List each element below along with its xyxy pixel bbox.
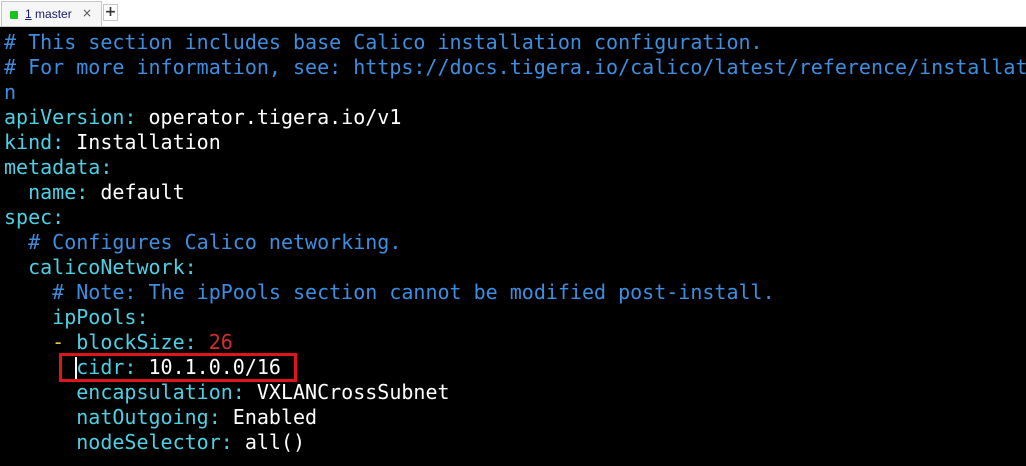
yaml-colon: :	[136, 305, 149, 329]
new-tab-button[interactable]: +	[103, 4, 118, 21]
text-cursor	[75, 357, 77, 379]
yaml-comment: # For more information, see: https://doc…	[4, 55, 1026, 79]
terminal-line: metadata:	[4, 155, 1026, 180]
yaml-colon: :	[100, 155, 113, 179]
yaml-key: ipPools	[52, 305, 137, 329]
terminal-output[interactable]: # This section includes base Calico inst…	[4, 30, 1026, 466]
yaml-value: all()	[244, 430, 306, 454]
tab-title: master	[35, 7, 72, 21]
yaml-colon: :	[220, 430, 233, 454]
yaml-key: blockSize	[76, 330, 185, 354]
terminal-line: # Note: The ipPools section cannot be mo…	[4, 280, 1026, 305]
yaml-comment: # Note: The ipPools section cannot be mo…	[52, 280, 775, 304]
yaml-key: spec	[4, 205, 53, 229]
tab-label: 1 master	[25, 7, 72, 21]
terminal-line: kind: Installation	[4, 130, 1026, 155]
terminal-line: calicoNetwork:	[4, 255, 1026, 280]
yaml-colon: :	[124, 105, 137, 129]
yaml-key: calicoNetwork	[28, 255, 185, 279]
terminal-line: # Configures Calico networking.	[4, 230, 1026, 255]
terminal-line: - blockSize: 26	[4, 330, 1026, 355]
terminal-line: # This section includes base Calico inst…	[4, 30, 1026, 55]
yaml-colon: :	[184, 255, 197, 279]
yaml-comment: # This section includes base Calico inst…	[4, 30, 763, 54]
yaml-colon: :	[52, 130, 65, 154]
yaml-key: metadata	[4, 155, 101, 179]
yaml-key: natOutgoing	[76, 405, 209, 429]
yaml-colon: :	[232, 380, 245, 404]
terminal-line: natOutgoing: Enabled	[4, 405, 1026, 430]
list-dash: -	[52, 330, 77, 354]
yaml-value: Installation	[76, 130, 221, 154]
tab-master[interactable]: 1 master ×	[1, 1, 102, 26]
yaml-value: Enabled	[232, 405, 318, 429]
yaml-key: name	[28, 180, 77, 204]
yaml-value: operator.tigera.io/v1	[148, 105, 402, 129]
terminal-line: n	[4, 80, 1026, 105]
terminal-line: nodeSelector: all()	[4, 430, 1026, 455]
terminal-line: ipPools:	[4, 305, 1026, 330]
yaml-number: 26	[208, 330, 233, 354]
yaml-key: apiVersion	[4, 105, 125, 129]
terminal-line: spec:	[4, 205, 1026, 230]
yaml-value: VXLANCrossSubnet	[256, 380, 450, 404]
terminal-line: apiVersion: operator.tigera.io/v1	[4, 105, 1026, 130]
yaml-colon: :	[208, 405, 221, 429]
tab-bar: 1 master × +	[0, 0, 1026, 27]
yaml-value: default	[100, 180, 185, 204]
tab-number: 1	[25, 7, 32, 21]
terminal-line: # For more information, see: https://doc…	[4, 55, 1026, 80]
connection-status-icon	[10, 11, 18, 19]
yaml-key: encapsulation	[76, 380, 233, 404]
yaml-key: nodeSelector	[76, 430, 221, 454]
terminal-line: name: default	[4, 180, 1026, 205]
cidr-highlight-box	[59, 353, 297, 382]
yaml-colon: :	[52, 205, 65, 229]
yaml-colon: :	[76, 180, 89, 204]
yaml-key: kind	[4, 130, 53, 154]
yaml-colon: :	[184, 330, 197, 354]
close-icon[interactable]: ×	[82, 5, 92, 21]
yaml-comment: n	[4, 80, 17, 104]
yaml-comment: # Configures Calico networking.	[28, 230, 402, 254]
terminal-line: encapsulation: VXLANCrossSubnet	[4, 380, 1026, 405]
